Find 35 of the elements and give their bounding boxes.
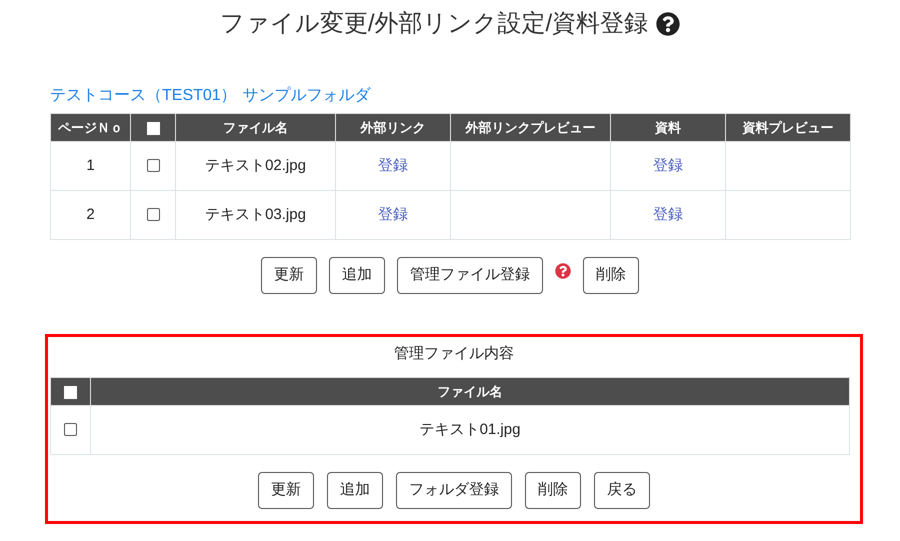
column-header: 資料 <box>610 114 726 142</box>
register-link[interactable]: 登録 <box>653 206 683 223</box>
select-all-checkbox[interactable] <box>64 386 77 399</box>
table-cell: 2 <box>50 190 130 240</box>
table-cell: 1 <box>50 142 130 190</box>
folder-link[interactable]: サンプルフォルダ <box>242 84 371 108</box>
column-header: 外部リンクプレビュー <box>450 114 610 142</box>
help-icon[interactable] <box>656 12 680 36</box>
register-link[interactable]: 登録 <box>378 206 408 223</box>
action-button[interactable]: 追加 <box>329 257 385 294</box>
column-header: ファイル名 <box>176 114 336 142</box>
row-checkbox[interactable] <box>146 208 160 222</box>
panel-title: 管理ファイル内容 <box>394 344 514 364</box>
column-header: 資料プレビュー <box>726 114 850 142</box>
column-header: ファイル名 <box>90 378 850 406</box>
table-cell: テキスト01.jpg <box>90 406 850 454</box>
column-header: ページＮｏ <box>50 114 130 142</box>
action-button[interactable]: 更新 <box>261 257 317 294</box>
column-header: 外部リンク <box>336 114 450 142</box>
row-checkbox[interactable] <box>64 423 77 436</box>
course-link[interactable]: テストコース（TEST01） <box>50 84 237 108</box>
table-cell: テキスト03.jpg <box>176 190 336 240</box>
action-button[interactable]: 追加 <box>327 472 383 509</box>
action-button[interactable]: 管理ファイル登録 <box>397 257 543 294</box>
register-link[interactable]: 登録 <box>378 156 408 174</box>
action-button[interactable]: 削除 <box>525 472 581 509</box>
table-cell: テキスト02.jpg <box>176 142 336 190</box>
page-title: ファイル変更/外部リンク設定/資料登録 <box>220 9 648 39</box>
action-button[interactable]: 削除 <box>583 257 639 294</box>
action-button[interactable]: 更新 <box>258 472 314 509</box>
row-checkbox[interactable] <box>146 159 160 172</box>
select-all-checkbox[interactable] <box>146 122 160 135</box>
action-button[interactable]: 戻る <box>594 472 650 509</box>
action-button[interactable]: フォルダ登録 <box>396 472 512 509</box>
register-link[interactable]: 登録 <box>653 156 683 174</box>
